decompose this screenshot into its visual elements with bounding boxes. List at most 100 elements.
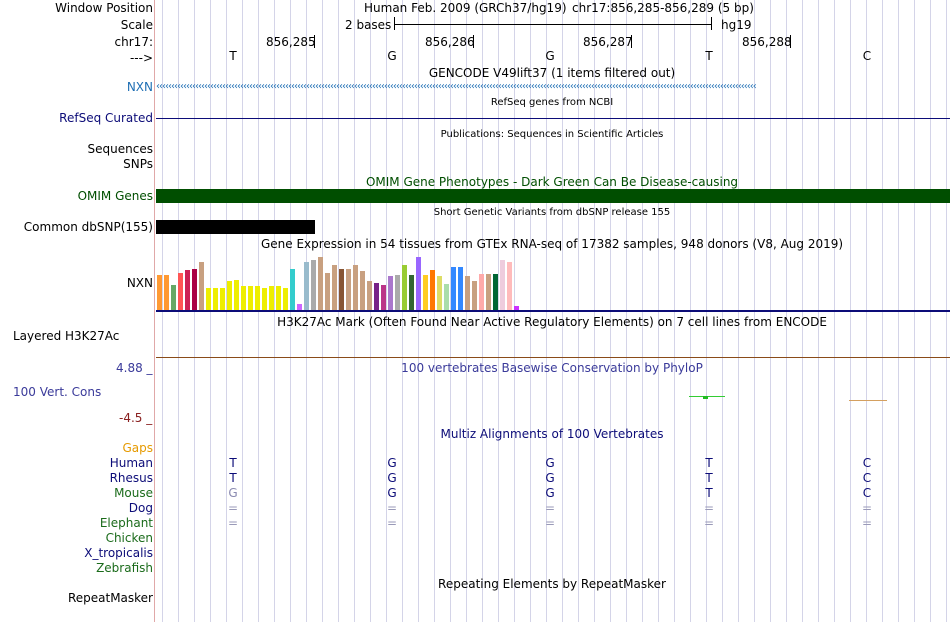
species-label[interactable]: Chicken — [106, 531, 153, 545]
h3k27ac-track-title[interactable]: H3K27Ac Mark (Often Found Near Active Re… — [277, 315, 827, 329]
alignment-base: G — [387, 456, 397, 470]
species-label[interactable]: Human — [110, 456, 153, 470]
base-letter: G — [387, 49, 397, 63]
gtex-tissue-bar[interactable] — [199, 262, 204, 310]
multiz-gaps-label[interactable]: Gaps — [122, 441, 153, 455]
phylop-score-mark — [849, 400, 887, 401]
dbsnp-track-label[interactable]: Common dbSNP(155) — [24, 220, 153, 234]
gtex-tissue-bar[interactable] — [465, 276, 470, 310]
gtex-tissue-bar[interactable] — [353, 265, 358, 310]
dbsnp-track-title[interactable]: Short Genetic Variants from dbSNP releas… — [434, 206, 671, 220]
species-label[interactable]: Zebrafish — [96, 561, 153, 575]
gtex-tissue-bar[interactable] — [479, 274, 484, 310]
gtex-tissue-bar[interactable] — [444, 284, 449, 310]
gtex-tissue-bar[interactable] — [493, 274, 498, 310]
gtex-tissue-bar[interactable] — [381, 285, 386, 310]
gtex-tissue-bar[interactable] — [255, 286, 260, 310]
repeatmasker-track-title[interactable]: Repeating Elements by RepeatMasker — [438, 577, 666, 591]
gtex-tissue-bar[interactable] — [458, 267, 463, 310]
omim-track-label[interactable]: OMIM Genes — [78, 189, 153, 203]
gtex-tissue-bar[interactable] — [360, 271, 365, 310]
gtex-tissue-bar[interactable] — [178, 273, 183, 310]
gtex-tissue-bar[interactable] — [430, 270, 435, 310]
gtex-tissue-bar[interactable] — [213, 288, 218, 310]
gtex-tissue-bar[interactable] — [500, 260, 505, 310]
chromosome-label: chr17: — [114, 35, 153, 49]
gtex-tissue-bar[interactable] — [346, 269, 351, 310]
alignment-base: C — [862, 486, 872, 500]
dbsnp-variant-bar[interactable] — [156, 220, 315, 234]
gtex-tissue-bar[interactable] — [318, 257, 323, 310]
refseq-track-title[interactable]: RefSeq genes from NCBI — [491, 96, 613, 110]
gtex-tissue-bar[interactable] — [423, 275, 428, 310]
gtex-tissue-bar[interactable] — [241, 286, 246, 310]
gtex-tissue-bar[interactable] — [262, 288, 267, 310]
publications-track-title[interactable]: Publications: Sequences in Scientific Ar… — [441, 128, 664, 142]
phylop-track-label[interactable]: 100 Vert. Cons — [13, 385, 101, 399]
gtex-tissue-bar[interactable] — [206, 288, 211, 310]
gtex-tissue-bar[interactable] — [311, 260, 316, 310]
publications-snps-label[interactable]: SNPs — [123, 157, 153, 171]
species-label[interactable]: Dog — [129, 501, 153, 515]
position-text: chr17:856,285-856,289 (5 bp) — [572, 1, 754, 15]
alignment-base: G — [228, 486, 238, 500]
gtex-expression-chart[interactable] — [156, 252, 536, 310]
omim-gene-bar[interactable] — [156, 189, 950, 203]
gtex-tissue-bar[interactable] — [374, 283, 379, 310]
gtex-tissue-bar[interactable] — [227, 281, 232, 310]
gtex-tissue-bar[interactable] — [164, 275, 169, 310]
gtex-tissue-bar[interactable] — [339, 269, 344, 310]
gtex-tissue-bar[interactable] — [185, 270, 190, 310]
gtex-tissue-bar[interactable] — [248, 286, 253, 310]
h3k27ac-signal-line — [156, 357, 950, 358]
gtex-tissue-bar[interactable] — [304, 262, 309, 310]
multiz-track-title[interactable]: Multiz Alignments of 100 Vertebrates — [440, 427, 663, 441]
gtex-tissue-bar[interactable] — [283, 288, 288, 310]
gtex-tissue-bar[interactable] — [486, 274, 491, 310]
gencode-track-label[interactable]: NXN — [127, 80, 153, 94]
gtex-tissue-bar[interactable] — [220, 288, 225, 310]
gtex-tissue-bar[interactable] — [437, 276, 442, 310]
alignment-base: = — [386, 516, 398, 530]
alignment-base: T — [229, 456, 237, 470]
h3k27ac-track-label[interactable]: Layered H3K27Ac — [13, 329, 119, 343]
gtex-tissue-bar[interactable] — [472, 281, 477, 310]
gtex-tissue-bar[interactable] — [409, 275, 414, 310]
gencode-gene-feature[interactable]: ‹‹‹‹‹‹‹‹‹‹‹‹‹‹‹‹‹‹‹‹‹‹‹‹‹‹‹‹‹‹‹‹‹‹‹‹‹‹‹‹… — [156, 80, 950, 94]
gtex-tissue-bar[interactable] — [416, 257, 421, 310]
repeatmasker-track-label[interactable]: RepeatMasker — [68, 591, 153, 605]
alignment-base: T — [229, 471, 237, 485]
gtex-tissue-bar[interactable] — [192, 269, 197, 310]
refseq-gene-line[interactable] — [156, 118, 950, 119]
gtex-tissue-bar[interactable] — [395, 275, 400, 310]
refseq-track-label[interactable]: RefSeq Curated — [59, 111, 153, 125]
species-label[interactable]: X_tropicalis — [84, 546, 153, 560]
species-label[interactable]: Elephant — [100, 516, 153, 530]
gtex-tissue-bar[interactable] — [367, 281, 372, 310]
gtex-tissue-bar[interactable] — [234, 280, 239, 310]
omim-track-title[interactable]: OMIM Gene Phenotypes - Dark Green Can Be… — [366, 175, 738, 189]
phylop-track-title[interactable]: 100 vertebrates Basewise Conservation by… — [401, 361, 703, 375]
gtex-baseline — [156, 310, 950, 312]
gtex-tissue-bar[interactable] — [325, 273, 330, 310]
gtex-tissue-bar[interactable] — [171, 285, 176, 310]
gtex-tissue-bar[interactable] — [290, 269, 295, 310]
species-label[interactable]: Rhesus — [110, 471, 153, 485]
gtex-tissue-bar[interactable] — [451, 267, 456, 310]
species-label[interactable]: Mouse — [114, 486, 153, 500]
gtex-tissue-bar[interactable] — [332, 265, 337, 310]
gencode-track-title[interactable]: GENCODE V49lift37 (1 items filtered out) — [429, 66, 675, 80]
gtex-tissue-bar[interactable] — [402, 265, 407, 310]
gtex-tissue-bar[interactable] — [276, 286, 281, 310]
gtex-track-label[interactable]: NXN — [127, 276, 153, 290]
gtex-tissue-bar[interactable] — [388, 276, 393, 310]
alignment-base: = — [227, 516, 239, 530]
scale-text: 2 bases — [345, 18, 392, 32]
phylop-score-peak — [703, 396, 708, 399]
gtex-tissue-bar[interactable] — [269, 286, 274, 310]
coordinate-tick — [473, 35, 474, 48]
gtex-tissue-bar[interactable] — [157, 275, 162, 310]
gtex-track-title[interactable]: Gene Expression in 54 tissues from GTEx … — [261, 237, 843, 251]
publications-sequences-label[interactable]: Sequences — [88, 142, 153, 156]
gtex-tissue-bar[interactable] — [507, 262, 512, 310]
